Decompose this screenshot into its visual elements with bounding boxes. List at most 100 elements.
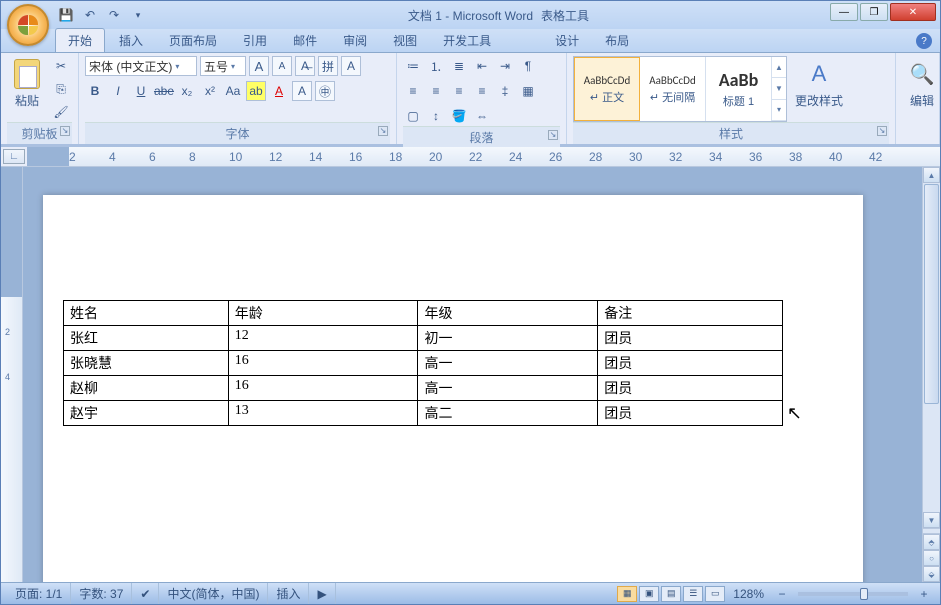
indent-inc-icon[interactable]: ⇥ bbox=[495, 56, 515, 76]
horizontal-ruler[interactable]: 24681012141618202224262830323436384042 bbox=[27, 147, 940, 166]
line-spacing-icon[interactable]: ‡ bbox=[495, 81, 515, 101]
bullets-icon[interactable]: ≔ bbox=[403, 56, 423, 76]
styles-down-icon[interactable]: ▼ bbox=[772, 78, 786, 99]
align-left-icon[interactable]: ≡ bbox=[403, 81, 423, 101]
table-header-cell[interactable]: 年级 bbox=[418, 301, 598, 326]
sort-icon[interactable]: ↕ bbox=[426, 106, 446, 126]
distribute-icon[interactable]: ⇔ bbox=[472, 106, 492, 126]
next-page-icon[interactable]: ⬙ bbox=[923, 566, 940, 582]
multilevel-icon[interactable]: ≣ bbox=[449, 56, 469, 76]
showmarks-icon[interactable]: ¶ bbox=[518, 56, 538, 76]
table-cell[interactable]: 高二 bbox=[418, 401, 598, 426]
zoom-in-icon[interactable]: + bbox=[914, 584, 934, 604]
zoom-out-icon[interactable]: − bbox=[772, 584, 792, 604]
table-cell[interactable]: 16 bbox=[228, 376, 418, 401]
copy-icon[interactable]: ⎘ bbox=[51, 79, 71, 99]
format-painter-icon[interactable]: 🖌 bbox=[51, 102, 71, 122]
styles-gallery[interactable]: AaBbCcDd↵ 正文 AaBbCcDd↵ 无间隔 AaBb标题 1 ▲▼▾ bbox=[573, 56, 787, 122]
tab-selector[interactable]: ∟ bbox=[3, 149, 25, 164]
superscript-button[interactable]: x² bbox=[200, 81, 220, 101]
vertical-ruler[interactable]: 24 bbox=[1, 167, 23, 582]
office-button[interactable] bbox=[7, 4, 49, 46]
font-color-button[interactable]: A bbox=[269, 81, 289, 101]
font-name-select[interactable]: 宋体 (中文正文) bbox=[85, 56, 197, 76]
phonetic-icon[interactable]: 拼 bbox=[318, 56, 338, 76]
view-outline[interactable]: ☰ bbox=[683, 586, 703, 602]
tab-layout[interactable]: 布局 bbox=[593, 29, 641, 52]
table-header-cell[interactable]: 备注 bbox=[598, 301, 783, 326]
zoom-level[interactable]: 128% bbox=[733, 587, 764, 601]
change-styles-button[interactable]: A 更改样式 bbox=[791, 56, 847, 111]
page-viewport[interactable]: 姓名年龄年级备注张红12初一团员张晓慧16高一团员赵柳16高一团员赵宇13高二团… bbox=[23, 167, 922, 582]
table-row[interactable]: 赵柳16高一团员 bbox=[64, 376, 783, 401]
border-icon[interactable]: ▢ bbox=[403, 106, 423, 126]
style-heading1[interactable]: AaBb标题 1 bbox=[706, 57, 772, 121]
document-page[interactable]: 姓名年龄年级备注张红12初一团员张晓慧16高一团员赵柳16高一团员赵宇13高二团… bbox=[43, 195, 863, 582]
indent-dec-icon[interactable]: ⇤ bbox=[472, 56, 492, 76]
view-draft[interactable]: ▭ bbox=[705, 586, 725, 602]
table-row[interactable]: 张晓慧16高一团员 bbox=[64, 351, 783, 376]
enclose-char-button[interactable]: ㊥ bbox=[315, 81, 335, 101]
status-proof[interactable]: ✔ bbox=[132, 583, 159, 604]
zoom-slider[interactable] bbox=[798, 592, 908, 596]
tab-page-layout[interactable]: 页面布局 bbox=[157, 29, 229, 52]
table-cell[interactable]: 赵宇 bbox=[64, 401, 229, 426]
vertical-scrollbar[interactable]: ▲ ▼ ⬘ ○ ⬙ bbox=[922, 167, 940, 582]
fill-icon[interactable]: 🪣 bbox=[449, 106, 469, 126]
font-launcher[interactable]: ↘ bbox=[378, 126, 388, 136]
table-row[interactable]: 张红12初一团员 bbox=[64, 326, 783, 351]
status-macro[interactable]: ▶ bbox=[309, 583, 335, 604]
tab-view[interactable]: 视图 bbox=[381, 29, 429, 52]
tab-review[interactable]: 审阅 bbox=[331, 29, 379, 52]
align-center-icon[interactable]: ≡ bbox=[426, 81, 446, 101]
tab-developer[interactable]: 开发工具 bbox=[431, 29, 503, 52]
style-nospacing[interactable]: AaBbCcDd↵ 无间隔 bbox=[640, 57, 706, 121]
styles-launcher[interactable]: ↘ bbox=[877, 126, 887, 136]
table-row[interactable]: 赵宇13高二团员 bbox=[64, 401, 783, 426]
maximize-button[interactable]: ❐ bbox=[860, 3, 888, 21]
table-cell[interactable]: 张红 bbox=[64, 326, 229, 351]
shading-icon[interactable]: ▦ bbox=[518, 81, 538, 101]
view-fullscreen[interactable]: ▣ bbox=[639, 586, 659, 602]
tab-design[interactable]: 设计 bbox=[543, 29, 591, 52]
table-header-cell[interactable]: 年龄 bbox=[228, 301, 418, 326]
paragraph-launcher[interactable]: ↘ bbox=[548, 130, 558, 140]
redo-icon[interactable]: ↷ bbox=[105, 6, 123, 24]
scroll-down-icon[interactable]: ▼ bbox=[923, 512, 940, 528]
table-cell[interactable]: 团员 bbox=[598, 351, 783, 376]
tab-mailings[interactable]: 邮件 bbox=[281, 29, 329, 52]
help-button[interactable]: ? bbox=[916, 33, 932, 49]
table-header-cell[interactable]: 姓名 bbox=[64, 301, 229, 326]
table-cell[interactable]: 团员 bbox=[598, 401, 783, 426]
undo-icon[interactable]: ↶ bbox=[81, 6, 99, 24]
qat-dropdown-icon[interactable]: ▾ bbox=[129, 6, 147, 24]
paste-button[interactable]: 粘贴 bbox=[7, 56, 47, 111]
table-cell[interactable]: 16 bbox=[228, 351, 418, 376]
italic-button[interactable]: I bbox=[108, 81, 128, 101]
table-cell[interactable]: 13 bbox=[228, 401, 418, 426]
clear-format-icon[interactable]: A̶ bbox=[295, 56, 315, 76]
cut-icon[interactable]: ✂ bbox=[51, 56, 71, 76]
numbering-icon[interactable]: ⒈ bbox=[426, 56, 446, 76]
save-icon[interactable]: 💾 bbox=[57, 6, 75, 24]
font-size-select[interactable]: 五号 bbox=[200, 56, 246, 76]
bold-button[interactable]: B bbox=[85, 81, 105, 101]
table-cell[interactable]: 团员 bbox=[598, 326, 783, 351]
table-cell[interactable]: 初一 bbox=[418, 326, 598, 351]
status-language[interactable]: 中文(简体，中国) bbox=[159, 583, 268, 604]
clipboard-launcher[interactable]: ↘ bbox=[60, 126, 70, 136]
status-page[interactable]: 页面: 1/1 bbox=[7, 583, 71, 604]
align-right-icon[interactable]: ≡ bbox=[449, 81, 469, 101]
highlight-button[interactable]: ab bbox=[246, 81, 266, 101]
tab-insert[interactable]: 插入 bbox=[107, 29, 155, 52]
align-justify-icon[interactable]: ≡ bbox=[472, 81, 492, 101]
table-cell[interactable]: 张晓慧 bbox=[64, 351, 229, 376]
tab-references[interactable]: 引用 bbox=[231, 29, 279, 52]
styles-more-icon[interactable]: ▾ bbox=[772, 100, 786, 121]
table-cell[interactable]: 赵柳 bbox=[64, 376, 229, 401]
table-cell[interactable]: 高一 bbox=[418, 376, 598, 401]
change-case-button[interactable]: Aa bbox=[223, 81, 243, 101]
view-print-layout[interactable]: ▦ bbox=[617, 586, 637, 602]
char-shading-button[interactable]: A bbox=[292, 81, 312, 101]
subscript-button[interactable]: x₂ bbox=[177, 81, 197, 101]
